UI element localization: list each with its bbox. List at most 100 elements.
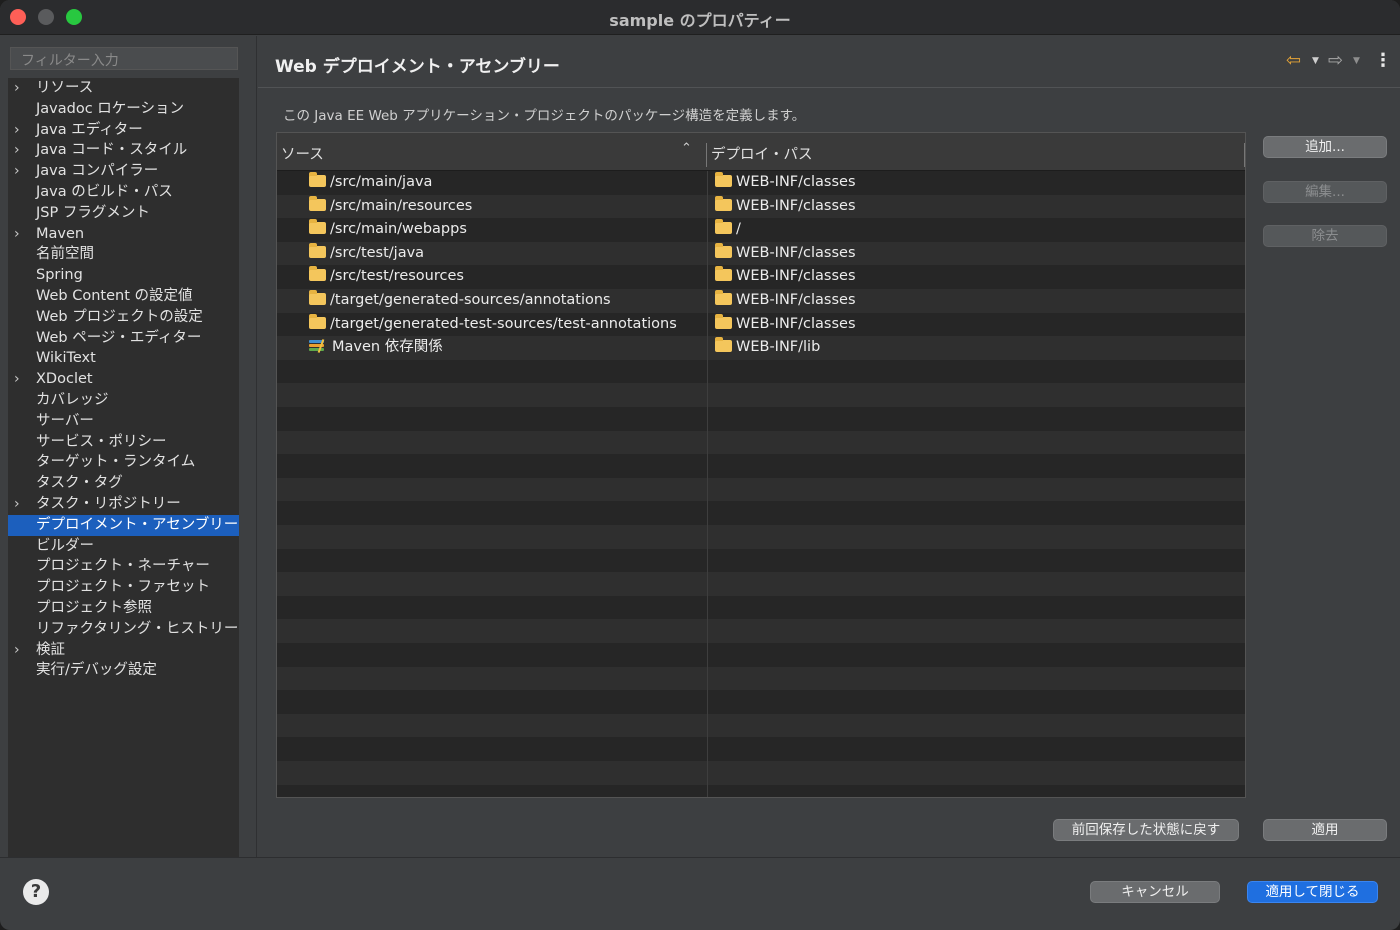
filter-input[interactable]: フィルター入力	[10, 47, 238, 70]
sidebar-item[interactable]: タスク・タグ	[8, 473, 239, 494]
sidebar-item[interactable]: Spring	[8, 265, 239, 286]
title-bar: sample のプロパティー	[0, 0, 1400, 35]
chevron-right-icon[interactable]: ›	[14, 224, 20, 245]
cancel-button[interactable]: キャンセル	[1090, 881, 1220, 903]
sidebar-item[interactable]: プロジェクト・ネーチャー	[8, 556, 239, 577]
sidebar-item[interactable]: › Maven	[8, 224, 239, 245]
column-separator[interactable]	[706, 143, 707, 167]
table-row[interactable]: /src/test/java WEB-INF/classes	[277, 241, 1245, 266]
table-row	[277, 477, 1245, 502]
chevron-down-icon[interactable]: ▼	[1312, 56, 1319, 66]
sidebar-item-label: Maven	[36, 225, 85, 242]
window-title: sample のプロパティー	[609, 11, 791, 30]
chevron-right-icon[interactable]: ›	[14, 640, 20, 661]
sidebar-item[interactable]: › Java コード・スタイル	[8, 140, 239, 161]
sidebar-item[interactable]: › タスク・リポジトリー	[8, 494, 239, 515]
deploy-path-cell: WEB-INF/lib	[715, 336, 820, 360]
revert-button[interactable]: 前回保存した状態に戻す	[1053, 819, 1239, 841]
source-path: /target/generated-sources/annotations	[330, 292, 611, 308]
sidebar-item[interactable]: › XDoclet	[8, 369, 239, 390]
table-row	[277, 525, 1245, 549]
sidebar-item[interactable]: JSP フラグメント	[8, 203, 239, 224]
add-button[interactable]: 追加...	[1263, 136, 1387, 158]
table-row	[277, 407, 1245, 431]
sidebar-item[interactable]: プロジェクト・ファセット	[8, 577, 239, 598]
help-icon[interactable]: ?	[23, 879, 49, 905]
sidebar-item[interactable]: 名前空間	[8, 244, 239, 265]
table-row[interactable]: /target/generated-sources/annotations WEB…	[277, 289, 1245, 313]
deploy-path: WEB-INF/lib	[736, 339, 821, 356]
sidebar-item[interactable]: サービス・ポリシー	[8, 432, 239, 453]
source-cell: Maven 依存関係	[309, 336, 443, 360]
table-row	[277, 737, 1245, 761]
folder-icon	[715, 219, 732, 235]
sort-ascending-icon[interactable]: ⌃	[681, 141, 692, 156]
page-description: この Java EE Web アプリケーション・プロジェクトのパッケージ構造を定…	[283, 108, 806, 124]
sidebar-item-label: 検証	[36, 641, 65, 658]
table-row[interactable]: /src/main/resources WEB-INF/classes	[277, 194, 1245, 219]
sidebar-item[interactable]: プロジェクト参照	[8, 598, 239, 619]
sidebar-item[interactable]: Web Content の設定値	[8, 286, 239, 307]
apply-and-close-button[interactable]: 適用して閉じる	[1247, 881, 1378, 903]
arrow-right-icon[interactable]: ⇨	[1328, 50, 1343, 71]
chevron-right-icon[interactable]: ›	[14, 161, 20, 182]
table-row	[277, 454, 1245, 478]
table-row[interactable]: /src/main/webapps /	[277, 218, 1245, 242]
chevron-right-icon[interactable]: ›	[14, 140, 20, 161]
kebab-menu-icon[interactable]: ⋮	[1374, 50, 1392, 71]
sidebar-item[interactable]: › リソース	[8, 78, 239, 99]
column-separator[interactable]	[1244, 143, 1245, 167]
sidebar-item[interactable]: ターゲット・ランタイム	[8, 452, 239, 473]
header-separator	[258, 87, 1400, 88]
sidebar-item-label: プロジェクト・ネーチャー	[36, 558, 210, 575]
chevron-right-icon[interactable]: ›	[14, 120, 20, 141]
sidebar-item-label: WikiText	[36, 350, 96, 367]
source-cell: /src/main/resources	[309, 195, 472, 219]
chevron-down-icon[interactable]: ▼	[1353, 56, 1360, 66]
deploy-path: WEB-INF/classes	[736, 315, 856, 332]
sidebar-item[interactable]: 実行/デバッグ設定	[8, 660, 239, 681]
sidebar-item[interactable]: カバレッジ	[8, 390, 239, 411]
folder-icon	[715, 266, 732, 282]
sidebar-item[interactable]: › Java エディター	[8, 120, 239, 141]
chevron-right-icon[interactable]: ›	[14, 78, 20, 99]
chevron-right-icon[interactable]: ›	[14, 494, 20, 515]
sidebar-item[interactable]: ビルダー	[8, 536, 239, 557]
sidebar-item[interactable]: Web プロジェクトの設定	[8, 307, 239, 328]
deploy-path: WEB-INF/classes	[736, 174, 856, 190]
source-cell: /src/main/webapps	[309, 218, 467, 242]
sidebar-item[interactable]: サーバー	[8, 411, 239, 432]
sidebar-item[interactable]: デプロイメント・アセンブリー	[8, 514, 239, 536]
sidebar-item-label: Web ページ・エディター	[36, 329, 202, 346]
arrow-left-icon[interactable]: ⇦	[1286, 50, 1301, 71]
sidebar-item[interactable]: Web ページ・エディター	[8, 328, 239, 349]
table-row[interactable]: /src/main/java WEB-INF/classes	[277, 171, 1245, 195]
edit-button[interactable]: 編集...	[1263, 181, 1387, 203]
sidebar-item[interactable]: Javadoc ロケーション	[8, 99, 239, 120]
table-row[interactable]: /src/test/resources WEB-INF/classes	[277, 265, 1245, 289]
source-cell: /src/main/java	[309, 171, 432, 195]
sidebar-item[interactable]: › 検証	[8, 640, 239, 661]
table-row	[277, 572, 1245, 596]
source-path: /src/main/webapps	[330, 221, 467, 238]
deploy-path-cell: WEB-INF/classes	[715, 242, 856, 266]
column-header-source[interactable]: ソース	[281, 143, 324, 164]
apply-button[interactable]: 適用	[1263, 819, 1387, 841]
sidebar-item-label: ビルダー	[36, 537, 94, 554]
sidebar-item[interactable]: Java のビルド・パス	[8, 182, 239, 203]
folder-icon	[309, 242, 326, 258]
remove-button[interactable]: 除去	[1263, 225, 1387, 247]
sidebar-item-label: デプロイメント・アセンブリー	[36, 516, 239, 533]
source-path: /target/generated-test-sources/test-anno…	[330, 315, 677, 332]
source-path: /src/main/resources	[330, 197, 473, 214]
source-path: Maven 依存関係	[332, 339, 443, 356]
table-row[interactable]: /target/generated-test-sources/test-anno…	[277, 312, 1245, 337]
column-header-deploy-path[interactable]: デプロイ・パス	[711, 143, 813, 164]
sidebar-item[interactable]: WikiText	[8, 348, 239, 369]
deploy-path-cell: WEB-INF/classes	[715, 265, 856, 289]
chevron-right-icon[interactable]: ›	[14, 369, 20, 390]
table-row[interactable]: Maven 依存関係 WEB-INF/lib	[277, 336, 1245, 360]
table-row	[277, 359, 1245, 384]
sidebar-item[interactable]: リファクタリング・ヒストリー	[8, 619, 239, 640]
sidebar-item[interactable]: › Java コンパイラー	[8, 161, 239, 182]
